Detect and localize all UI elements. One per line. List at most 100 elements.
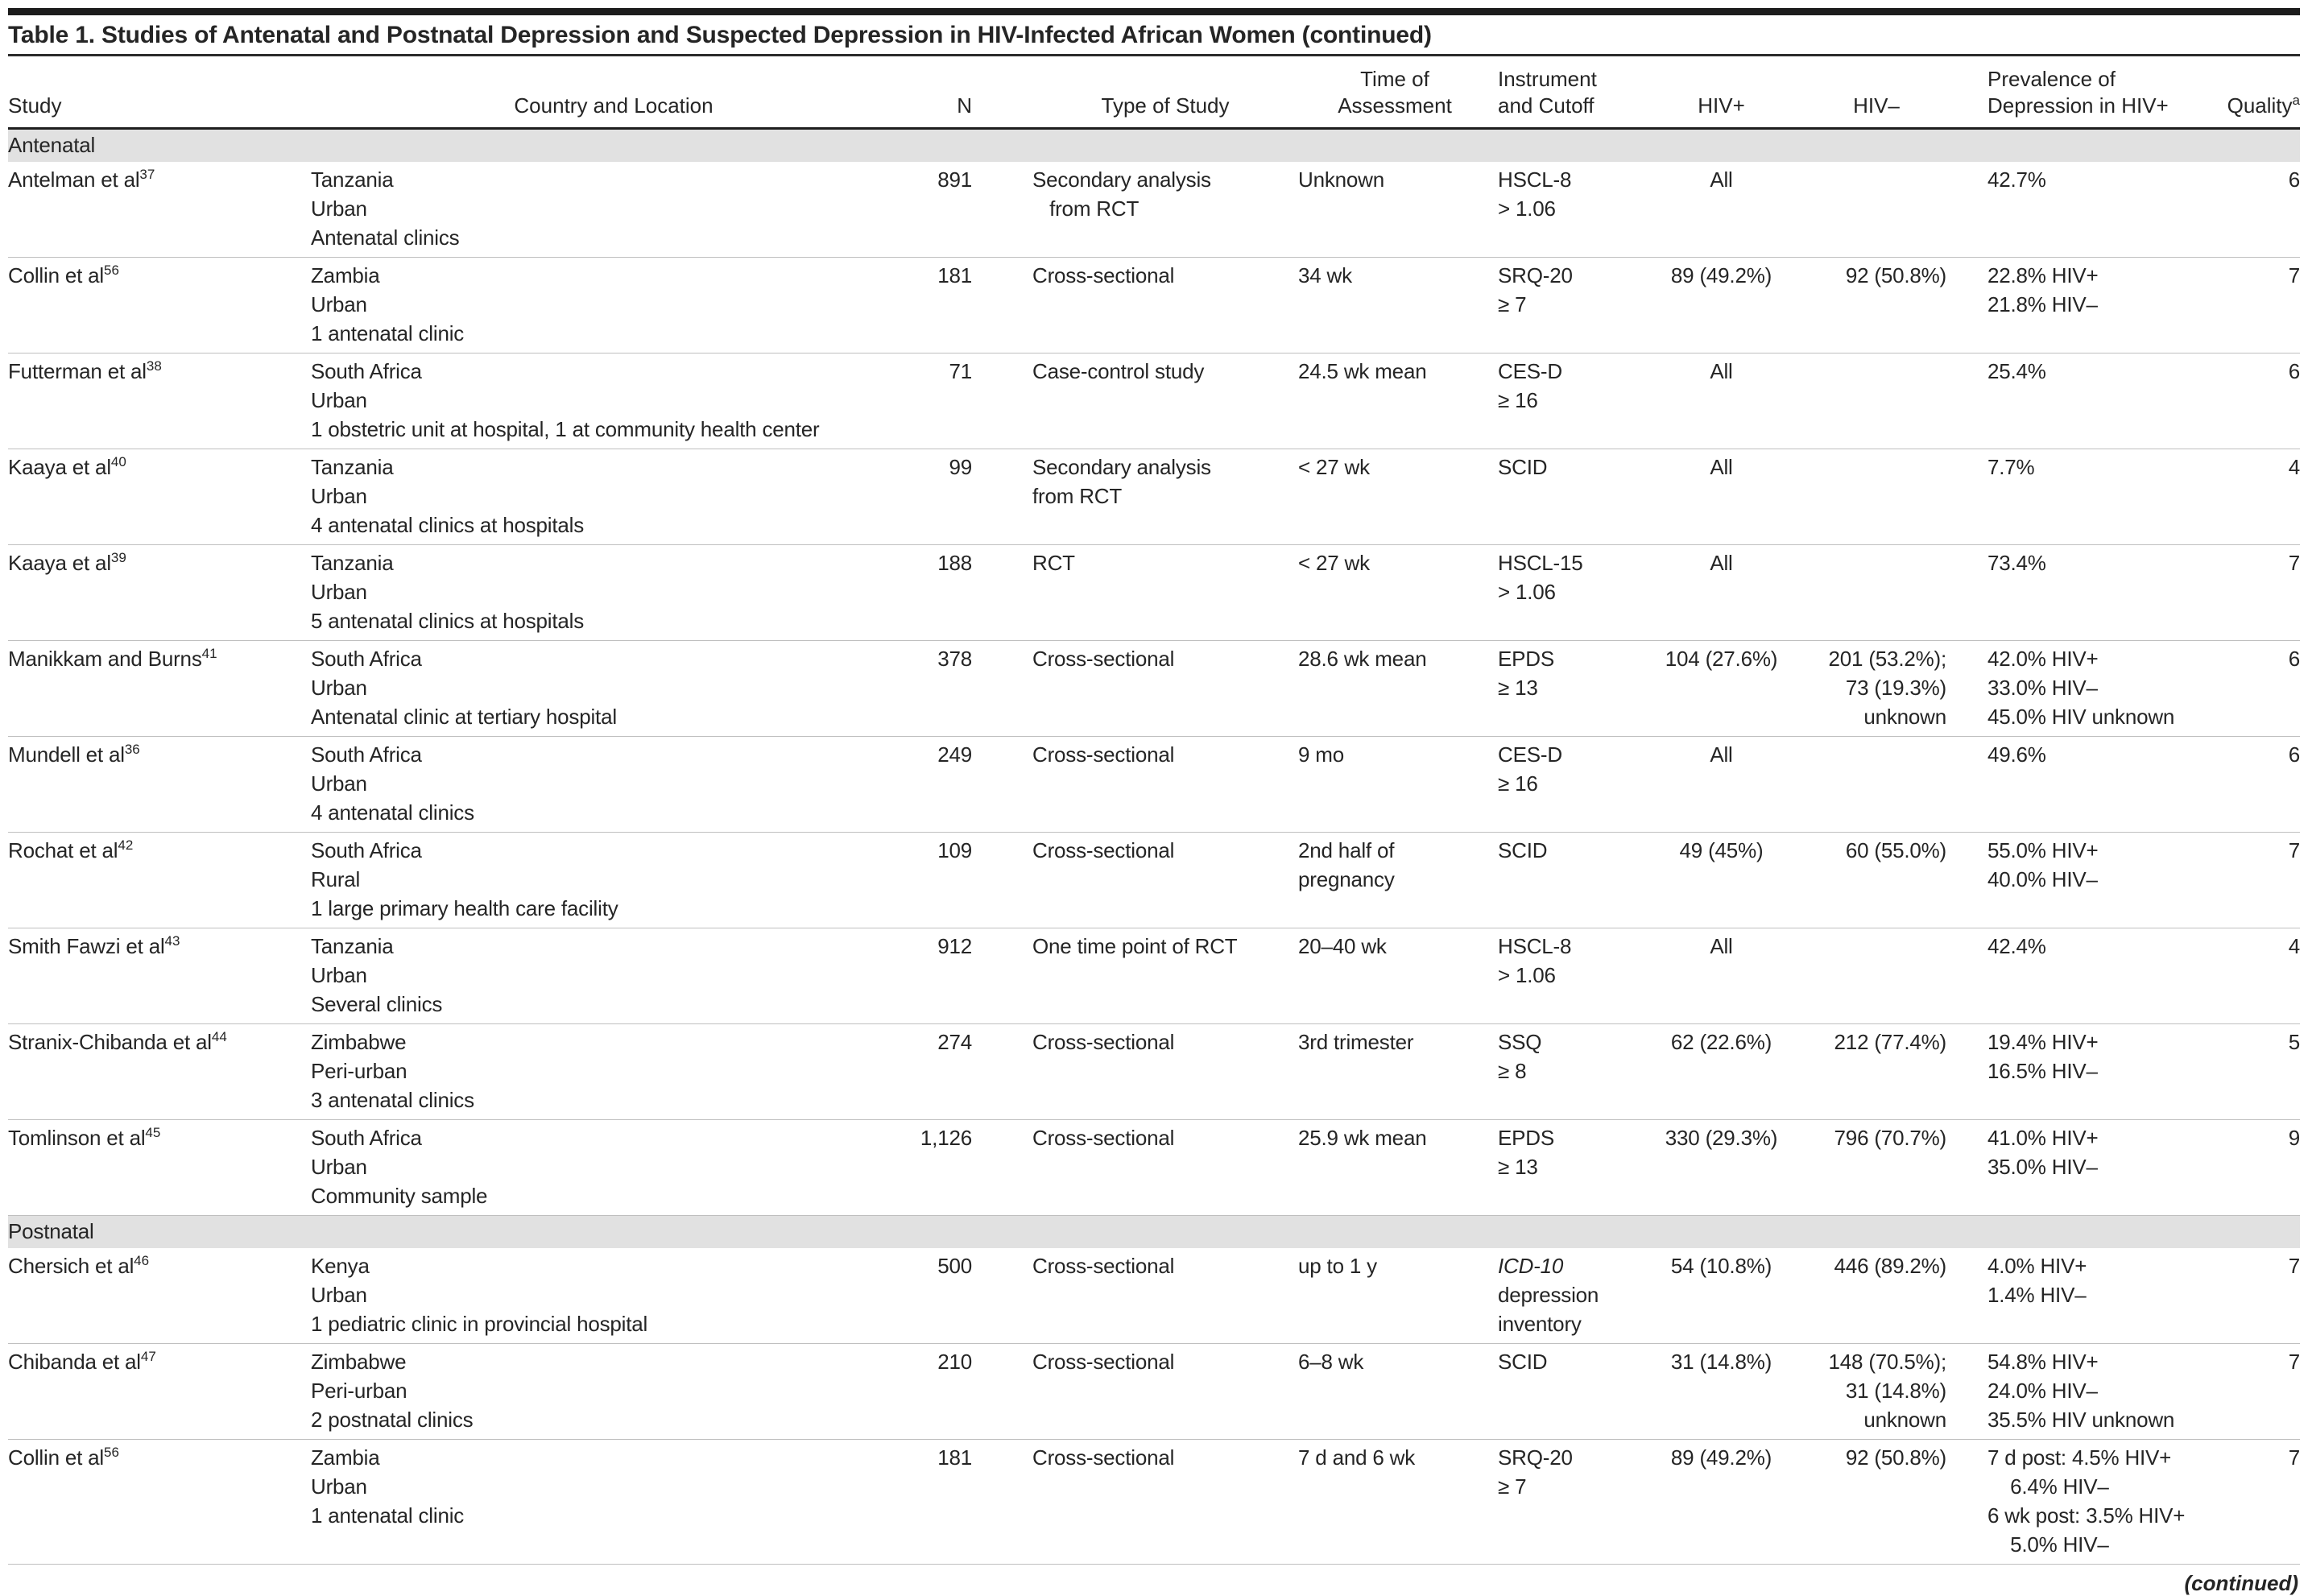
cell-type-of-study: Cross-sectional [984,1344,1298,1440]
cell-study: Collin et al56 [8,258,304,354]
study-reference-number: 38 [147,358,162,374]
cell-hiv-negative: 796 (70.7%) [1800,1120,1953,1216]
cell-type-of-study: Cross-sectional [984,1248,1298,1344]
column-header-hiv-pos: HIV+ [1643,56,1800,129]
study-reference-number: 36 [125,742,140,757]
cell-country-location: South Africa Urban Community sample [304,1120,916,1216]
table-row: Kaaya et al39 Tanzania Urban 5 antenatal… [8,545,2300,641]
cell-type-of-study: One time point of RCT [984,928,1298,1024]
cell-instrument-cutoff: SRQ-20 ≥ 7 [1491,258,1643,354]
study-reference-number: 56 [104,263,119,278]
cell-country-location: Kenya Urban 1 pediatric clinic in provin… [304,1248,916,1344]
cell-instrument-cutoff: SCID [1491,1344,1643,1440]
table-row: Manikkam and Burns41 South Africa Urban … [8,641,2300,737]
cell-study: Futterman et al38 [8,354,304,449]
cell-quality-score: 7 [2223,545,2300,641]
cell-study: Tomlinson et al45 [8,1120,304,1216]
cell-time-of-assessment: 2nd half of pregnancy [1298,833,1491,928]
cell-time-of-assessment: 9 mo [1298,737,1491,833]
cell-time-of-assessment: Unknown [1298,162,1491,258]
instrument-text: CES-D ≥ 16 [1498,359,1562,412]
table-row: Mundell et al36 South Africa Urban 4 ant… [8,737,2300,833]
cell-country-location: South Africa Urban 1 obstetric unit at h… [304,354,916,449]
study-name: Tomlinson et al [8,1126,145,1150]
cell-type-of-study: Case-control study [984,354,1298,449]
cell-time-of-assessment: 3rd trimester [1298,1024,1491,1120]
study-reference-number: 37 [139,167,155,182]
cell-country-location: South Africa Urban Antenatal clinic at t… [304,641,916,737]
cell-hiv-positive: 89 (49.2%) [1643,1440,1800,1565]
table-title: Table 1. Studies of Antenatal and Postna… [8,22,2300,49]
cell-quality-score: 9 [2223,1120,2300,1216]
cell-quality-score: 7 [2223,258,2300,354]
instrument-text: SCID [1498,455,1547,479]
cell-prevalence: 49.6% [1953,737,2223,833]
cell-instrument-cutoff: CES-D ≥ 16 [1491,737,1643,833]
cell-study: Chibanda et al47 [8,1344,304,1440]
cell-n: 210 [916,1344,984,1440]
section-row: Antenatal [8,129,2300,163]
cell-n: 249 [916,737,984,833]
cell-type-of-study: Cross-sectional [984,258,1298,354]
instrument-italic-part: ICD-10 [1498,1254,1563,1278]
cell-hiv-negative [1800,928,1953,1024]
cell-hiv-negative [1800,545,1953,641]
cell-study: Manikkam and Burns41 [8,641,304,737]
cell-prevalence: 25.4% [1953,354,2223,449]
instrument-text: HSCL-8 > 1.06 [1498,934,1571,987]
cell-country-location: Zimbabwe Peri-urban 2 postnatal clinics [304,1344,916,1440]
cell-n: 99 [916,449,984,545]
cell-n: 500 [916,1248,984,1344]
study-name: Collin et al [8,263,104,287]
cell-type-of-study: Cross-sectional [984,833,1298,928]
cell-prevalence: 4.0% HIV+ 1.4% HIV– [1953,1248,2223,1344]
instrument-text: SRQ-20 ≥ 7 [1498,263,1573,316]
cell-hiv-positive: All [1643,928,1800,1024]
table-row: Collin et al56 Zambia Urban 1 antenatal … [8,1440,2300,1565]
cell-time-of-assessment: 28.6 wk mean [1298,641,1491,737]
cell-hiv-positive: 89 (49.2%) [1643,258,1800,354]
cell-n: 378 [916,641,984,737]
cell-instrument-cutoff: HSCL-15 > 1.06 [1491,545,1643,641]
table-row: Chersich et al46 Kenya Urban 1 pediatric… [8,1248,2300,1344]
study-reference-number: 39 [111,550,126,565]
instrument-text: SSQ ≥ 8 [1498,1030,1541,1083]
cell-study: Antelman et al37 [8,162,304,258]
cell-hiv-negative: 148 (70.5%); 31 (14.8%) unknown [1800,1344,1953,1440]
cell-quality-score: 5 [2223,1024,2300,1120]
cell-country-location: Zambia Urban 1 antenatal clinic [304,1440,916,1565]
column-header-time: Time of Assessment [1298,56,1491,129]
cell-hiv-positive: All [1643,449,1800,545]
study-name: Mundell et al [8,742,125,767]
cell-country-location: South Africa Urban 4 antenatal clinics [304,737,916,833]
study-name: Kaaya et al [8,455,111,479]
cell-study: Mundell et al36 [8,737,304,833]
cell-time-of-assessment: 34 wk [1298,258,1491,354]
cell-hiv-negative [1800,449,1953,545]
quality-footnote-marker: a [2293,93,2300,108]
column-header-hiv-neg: HIV– [1800,56,1953,129]
cell-quality-score: 6 [2223,641,2300,737]
instrument-text: CES-D ≥ 16 [1498,742,1562,796]
study-name: Futterman et al [8,359,147,383]
cell-n: 71 [916,354,984,449]
cell-instrument-cutoff: HSCL-8 > 1.06 [1491,162,1643,258]
column-header-country: Country and Location [304,56,916,129]
cell-prevalence: 55.0% HIV+ 40.0% HIV– [1953,833,2223,928]
cell-hiv-positive: All [1643,162,1800,258]
cell-prevalence: 7 d post: 4.5% HIV+ 6.4% HIV– 6 wk post:… [1953,1440,2223,1565]
study-name: Collin et al [8,1445,104,1470]
cell-hiv-positive: 54 (10.8%) [1643,1248,1800,1344]
cell-study: Kaaya et al39 [8,545,304,641]
cell-country-location: Zambia Urban 1 antenatal clinic [304,258,916,354]
studies-table: Study Country and Location N Type of Stu… [8,56,2300,1565]
cell-country-location: Tanzania Urban 4 antenatal clinics at ho… [304,449,916,545]
cell-hiv-negative [1800,354,1953,449]
study-reference-number: 46 [134,1253,149,1268]
cell-n: 109 [916,833,984,928]
table-row: Tomlinson et al45 South Africa Urban Com… [8,1120,2300,1216]
cell-hiv-negative: 201 (53.2%); 73 (19.3%) unknown [1800,641,1953,737]
cell-country-location: Tanzania Urban Several clinics [304,928,916,1024]
cell-quality-score: 7 [2223,1440,2300,1565]
table-row: Smith Fawzi et al43 Tanzania Urban Sever… [8,928,2300,1024]
